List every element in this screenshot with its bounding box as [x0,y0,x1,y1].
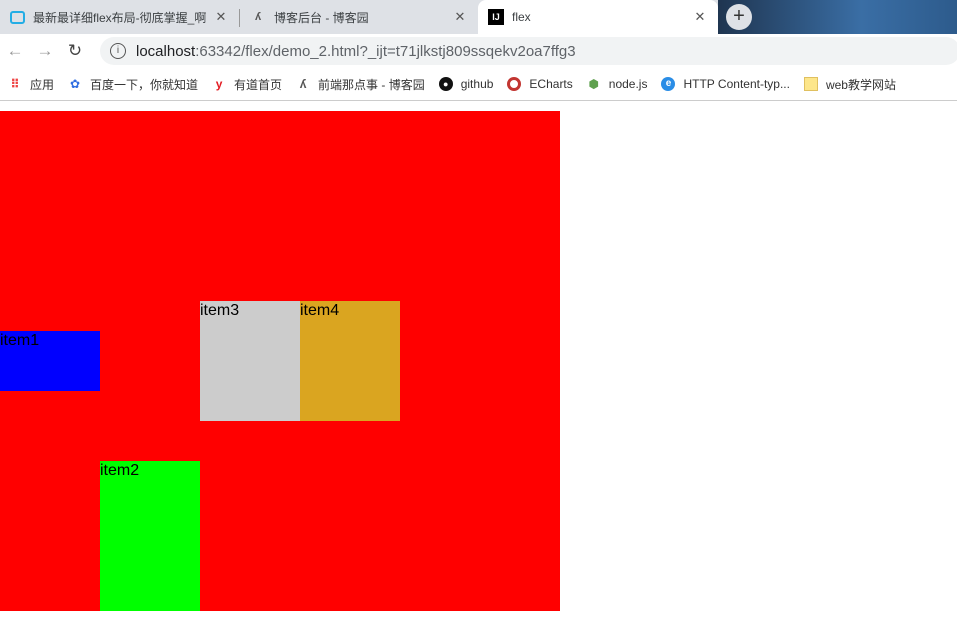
toolbar: ← → ↻ i localhost:63342/flex/demo_2.html… [0,34,957,68]
youdao-icon: y [215,77,223,91]
close-icon[interactable]: ✕ [692,9,708,25]
intellij-icon: IJ [488,9,504,25]
baidu-icon: ✿ [69,77,81,91]
bookmark-github[interactable]: ● github [438,77,493,91]
tab-flex[interactable]: IJ flex ✕ [478,0,718,34]
bookmark-echarts[interactable]: ECharts [507,77,573,91]
cnblogs-icon: ʎ [254,11,262,23]
bookmark-baidu[interactable]: ✿ 百度一下，你就知道 [68,76,198,93]
apps-grid-icon: ⠿ [10,77,20,91]
bookmark-http-content-type[interactable]: e HTTP Content-typ... [661,77,790,91]
bookmark-nodejs[interactable]: ⬢ node.js [587,77,648,91]
bookmarks-bar: ⠿ 应用 ✿ 百度一下，你就知道 y 有道首页 ʎ 前端那点事 - 博客园 ● githu… [0,68,957,101]
close-icon[interactable]: ✕ [452,9,468,25]
info-icon[interactable]: i [110,43,126,59]
github-icon: ● [438,77,453,91]
bookmark-apps[interactable]: ⠿ 应用 [8,76,54,93]
folder-icon [803,77,818,91]
reload-button[interactable]: ↻ [60,41,90,61]
nodejs-icon: ⬢ [588,77,600,91]
forward-button[interactable]: → [30,41,60,61]
edge-icon: e [661,77,676,91]
bookmark-cnblogs[interactable]: ʎ 前端那点事 - 博客园 [296,76,425,93]
close-icon[interactable]: ✕ [213,9,229,25]
bookmark-web-folder[interactable]: web教学网站 [803,76,896,93]
back-button[interactable]: ← [0,41,30,61]
tab-cnblogs[interactable]: ʎ 博客后台 - 博客园 ✕ [240,0,478,34]
item1-box: item1 [0,331,100,391]
echarts-icon [507,77,522,91]
tab-strip: 最新最详细flex布局-彻底掌握_啊 ✕ ʎ 博客后台 - 博客园 ✕ IJ f… [0,0,957,34]
item4-box: item4 [300,301,400,421]
bookmark-youdao[interactable]: y 有道首页 [212,76,282,93]
new-tab-button[interactable]: + [726,4,752,30]
tab-flex-article[interactable]: 最新最详细flex布局-彻底掌握_啊 ✕ [0,0,239,34]
item2-box: item2 [100,461,200,611]
bilibili-icon [10,10,25,24]
desktop-background [718,0,957,34]
address-bar[interactable]: i localhost:63342/flex/demo_2.html?_ijt=… [100,37,957,65]
cnblogs-icon: ʎ [299,77,307,91]
item3-box: item3 [200,301,300,421]
